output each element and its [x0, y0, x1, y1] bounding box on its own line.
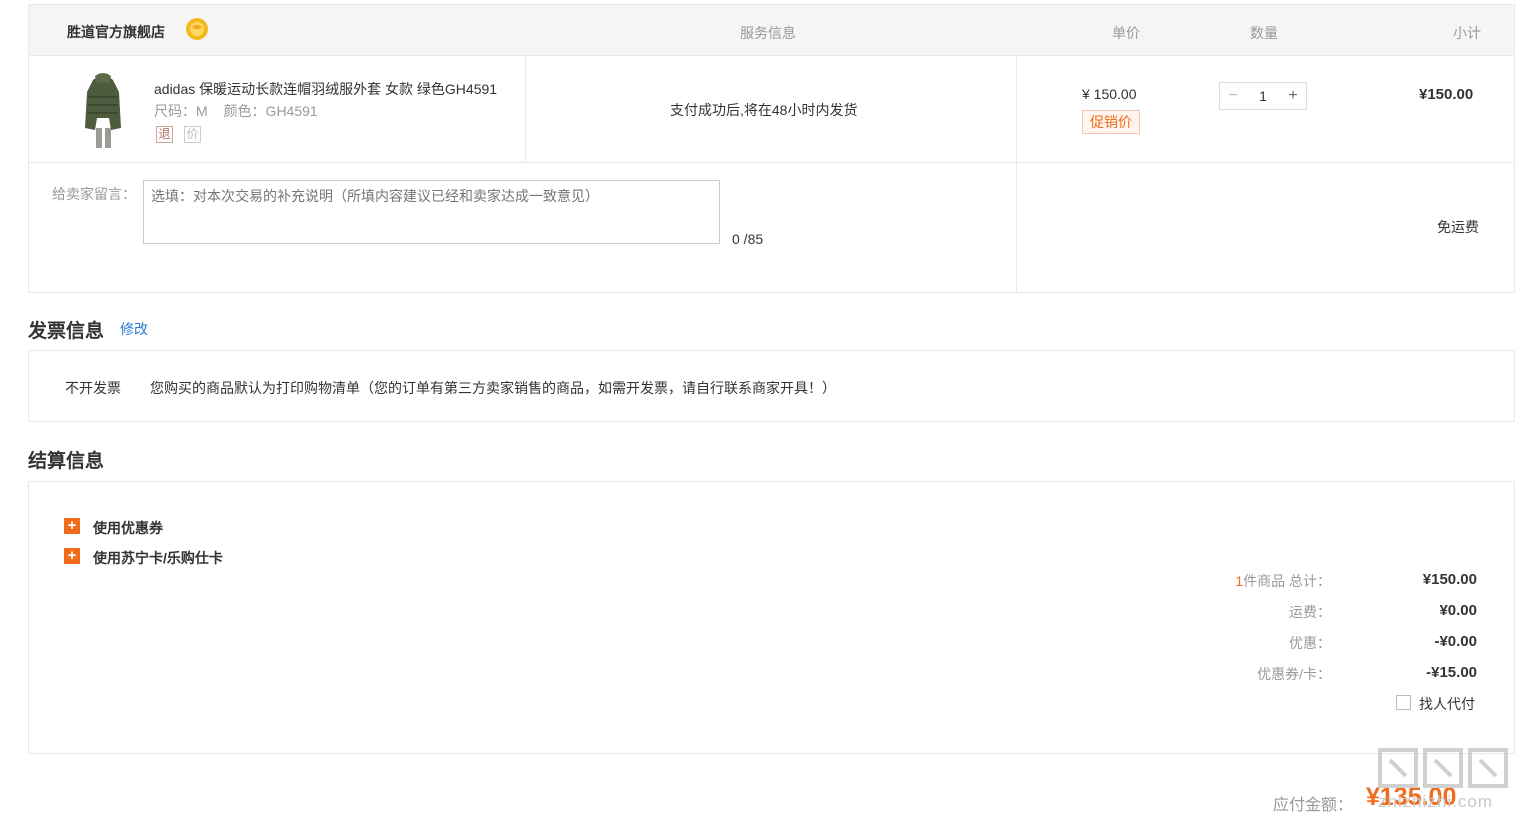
- promo-price-badge: 促销价: [1082, 110, 1140, 134]
- settlement-section-title: 结算信息: [28, 451, 105, 472]
- proxy-pay-checkbox[interactable]: [1396, 695, 1411, 710]
- divider: [1016, 56, 1017, 293]
- item-count: 1: [1235, 573, 1244, 589]
- product-row: adidas 保暖运动长款连帽羽绒服外套 女款 绿色GH4591 尺码：M 颜色…: [29, 56, 1514, 293]
- watermark-text: zhizhizhi.com: [1378, 792, 1494, 811]
- shipping-fee-value: ¥0.00: [1439, 602, 1477, 619]
- invoice-section-title: 发票信息: [28, 321, 105, 342]
- invoice-box: 不开发票 您购买的商品默认为打印购物清单（您的订单有第三方卖家销售的商品，如需开…: [28, 350, 1515, 422]
- product-color: 颜色：GH4591: [223, 103, 318, 119]
- order-box: 胜道官方旗舰店 服务信息 单价 数量 小计 adidas 保暖运动长款连帽羽绒服…: [28, 4, 1515, 293]
- divider: [525, 56, 526, 162]
- return-service-icon[interactable]: 退: [156, 126, 173, 143]
- product-spec: 尺码：M 颜色：GH4591: [154, 101, 330, 121]
- invoice-description: 您购买的商品默认为打印购物清单（您的订单有第三方卖家销售的商品，如需开发票，请自…: [150, 380, 836, 396]
- expand-plus-icon[interactable]: +: [64, 518, 80, 534]
- store-name[interactable]: 胜道官方旗舰店: [67, 22, 165, 42]
- product-size: 尺码：M: [154, 103, 208, 119]
- quantity-input[interactable]: [1248, 83, 1278, 109]
- item-subtotal: ¥150.00: [1419, 86, 1474, 103]
- discount-label: 优惠：: [1289, 635, 1331, 651]
- expand-plus-icon[interactable]: +: [64, 548, 80, 564]
- product-thumbnail[interactable]: [79, 70, 127, 150]
- seller-message-input[interactable]: [143, 180, 720, 244]
- total-value: ¥150.00: [1422, 571, 1477, 588]
- store-badge-icon: [186, 18, 208, 40]
- total-label: 1件商品 总计：: [1235, 573, 1331, 589]
- quantity-stepper: − +: [1219, 82, 1307, 110]
- quantity-header: 数量: [1250, 25, 1278, 41]
- invoice-type: 不开发票: [65, 380, 121, 396]
- order-header: 胜道官方旗舰店 服务信息 单价 数量 小计: [29, 5, 1514, 56]
- amount-due-label: 应付金额：: [1273, 797, 1354, 814]
- invoice-edit-link[interactable]: 修改: [120, 319, 148, 339]
- proxy-pay-label[interactable]: 找人代付: [1419, 694, 1475, 714]
- coupon-card-value: -¥15.00: [1426, 664, 1477, 681]
- unit-price-header: 单价: [1112, 25, 1140, 41]
- unit-price: ¥ 150.00: [1082, 86, 1137, 102]
- message-char-count: 0 /85: [732, 231, 764, 247]
- shipping-fee-label: 运费：: [1289, 604, 1331, 620]
- quantity-decrease-button[interactable]: −: [1220, 83, 1246, 109]
- price-protect-icon[interactable]: 价: [184, 126, 201, 143]
- discount-value: -¥0.00: [1434, 633, 1477, 650]
- use-coupon-label[interactable]: 使用优惠券: [93, 518, 163, 538]
- subtotal-header: 小计: [1453, 25, 1481, 41]
- product-title[interactable]: adidas 保暖运动长款连帽羽绒服外套 女款 绿色GH4591: [154, 79, 506, 99]
- quantity-increase-button[interactable]: +: [1280, 83, 1306, 109]
- seller-message-label: 给卖家留言：: [52, 186, 136, 202]
- service-info: 支付成功后,将在48小时内发货: [670, 102, 858, 118]
- coupon-card-label: 优惠券/卡：: [1257, 666, 1331, 682]
- settlement-box: + 使用优惠券 + 使用苏宁卡/乐购仕卡 1件商品 总计： ¥150.00 运费…: [28, 481, 1515, 754]
- use-giftcard-label[interactable]: 使用苏宁卡/乐购仕卡: [93, 548, 223, 568]
- service-header: 服务信息: [740, 25, 796, 41]
- free-shipping-note: 免运费: [1437, 219, 1479, 235]
